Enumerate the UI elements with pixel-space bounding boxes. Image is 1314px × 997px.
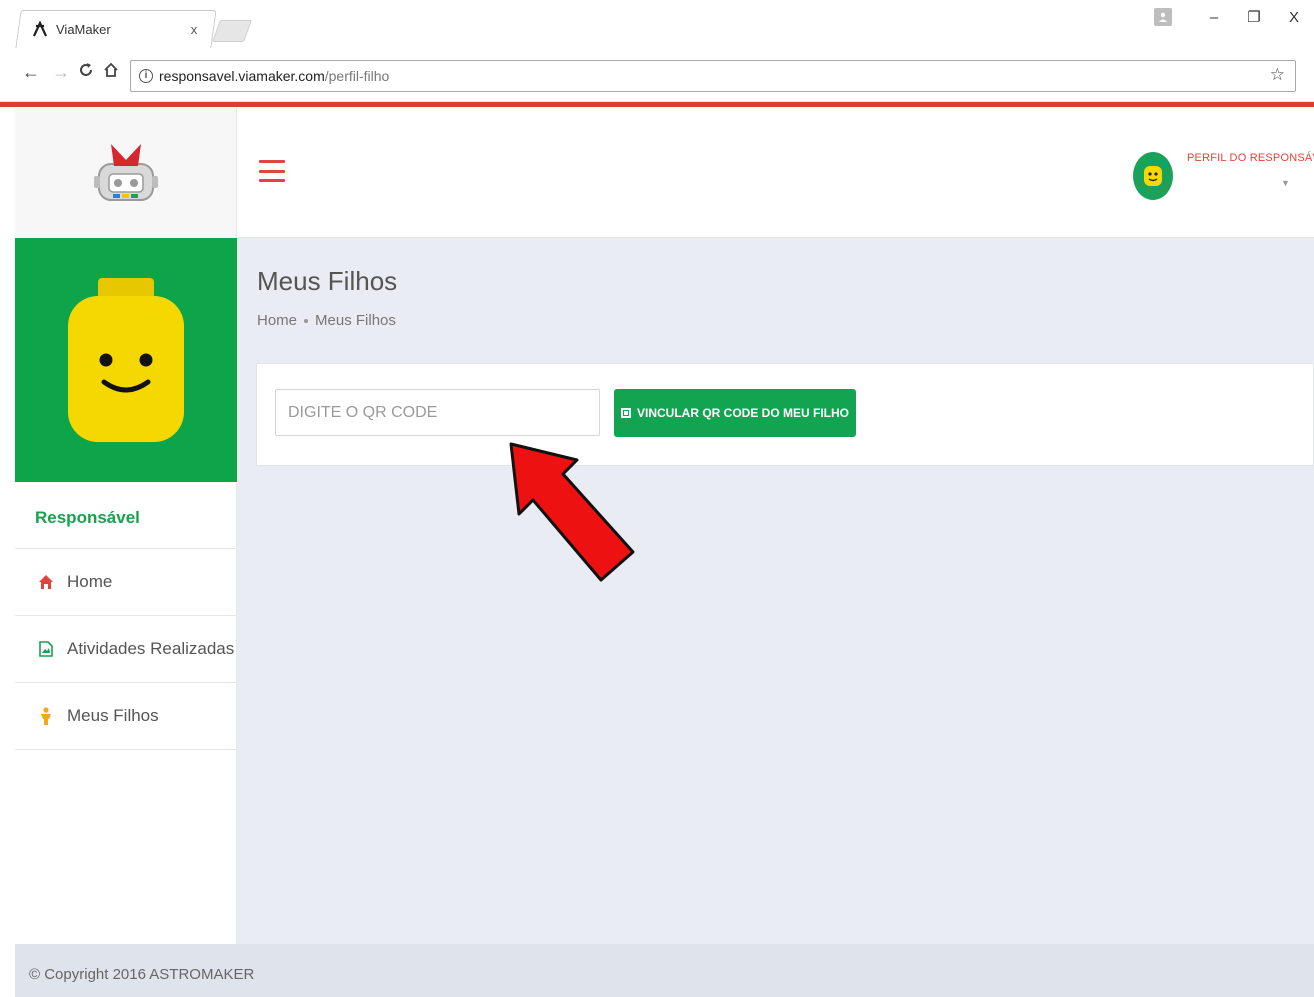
link-qr-code-button-label: VINCULAR QR CODE DO MEU FILHO (637, 406, 849, 420)
forward-arrow-icon[interactable]: → (52, 62, 70, 83)
profile-menu-label[interactable]: PERFIL DO RESPONSÁVEL (1187, 152, 1314, 164)
red-arrow-annotation (509, 442, 635, 582)
browser-tab-content[interactable]: ViaMaker x (32, 14, 212, 44)
menu-toggle-icon[interactable] (259, 160, 285, 182)
breadcrumb-current: Meus Filhos (315, 312, 396, 329)
chevron-down-icon[interactable]: ▼ (1281, 178, 1290, 188)
child-figure-icon (37, 707, 55, 725)
minimize-button[interactable]: – (1194, 9, 1234, 26)
copyright-text: © Copyright 2016 ASTROMAKER (29, 966, 255, 983)
bookmark-star-icon[interactable]: ☆ (1270, 65, 1285, 85)
sidebar-item-label: Home (67, 572, 113, 591)
new-tab-button[interactable] (211, 20, 253, 42)
breadcrumb-separator (304, 318, 309, 323)
viamaker-favicon-icon (32, 21, 48, 37)
brand-logo-area[interactable] (15, 108, 237, 238)
browser-tab-strip: ViaMaker x – ❐ X (0, 0, 1314, 52)
profile-avatar[interactable] (1133, 152, 1173, 200)
window-controls: – ❐ X (1154, 8, 1314, 26)
browser-toolbar: ← → i responsavel.viamaker.com/perfil-fi… (0, 52, 1314, 102)
close-window-button[interactable]: X (1274, 9, 1314, 26)
viamaker-robot-logo-icon (93, 144, 158, 201)
page-footer: © Copyright 2016 ASTROMAKER (15, 944, 1314, 997)
back-arrow-icon[interactable]: ← (22, 62, 40, 83)
main-content: Meus Filhos Home Meus Filhos VINCULAR QR… (237, 238, 1314, 944)
site-info-icon[interactable]: i (139, 69, 153, 83)
browser-user-icon[interactable] (1154, 8, 1172, 26)
link-qr-code-button[interactable]: VINCULAR QR CODE DO MEU FILHO (614, 389, 856, 437)
sidebar-item-home[interactable]: Home (15, 549, 237, 615)
tab-close-icon[interactable]: x (186, 22, 202, 37)
address-bar[interactable]: i responsavel.viamaker.com/perfil-filho … (130, 60, 1296, 92)
sidebar-item-label: Meus Filhos (67, 706, 159, 725)
user-role-label: Responsável (35, 508, 140, 527)
home-page-icon[interactable] (103, 62, 119, 83)
app-header: PERFIL DO RESPONSÁVEL ▼ (237, 108, 1314, 238)
sidebar-divider (15, 749, 237, 750)
lego-head-avatar-icon (68, 278, 184, 442)
sidebar: Responsável Home Atividades Realizadas M… (15, 238, 237, 944)
breadcrumb-home-link[interactable]: Home (257, 312, 297, 329)
breadcrumb: Home Meus Filhos (257, 312, 396, 329)
sidebar-item-atividades[interactable]: Atividades Realizadas (15, 616, 237, 682)
home-icon (37, 573, 55, 591)
user-avatar-banner (15, 238, 237, 482)
reload-icon[interactable] (78, 62, 94, 83)
sidebar-item-meus-filhos[interactable]: Meus Filhos (15, 683, 237, 749)
page-title: Meus Filhos (257, 266, 398, 296)
maximize-button[interactable]: ❐ (1234, 8, 1274, 26)
qr-code-card: VINCULAR QR CODE DO MEU FILHO (256, 363, 1314, 466)
header-accent-line (0, 102, 1314, 107)
browser-tab-title: ViaMaker (56, 21, 111, 37)
url-host: responsavel.viamaker.com (159, 68, 325, 84)
qr-code-input[interactable] (275, 389, 600, 436)
url-path: /perfil-filho (324, 68, 390, 84)
image-file-icon (37, 640, 55, 658)
sidebar-item-label: Atividades Realizadas (67, 639, 235, 658)
qrcode-icon (621, 408, 631, 418)
